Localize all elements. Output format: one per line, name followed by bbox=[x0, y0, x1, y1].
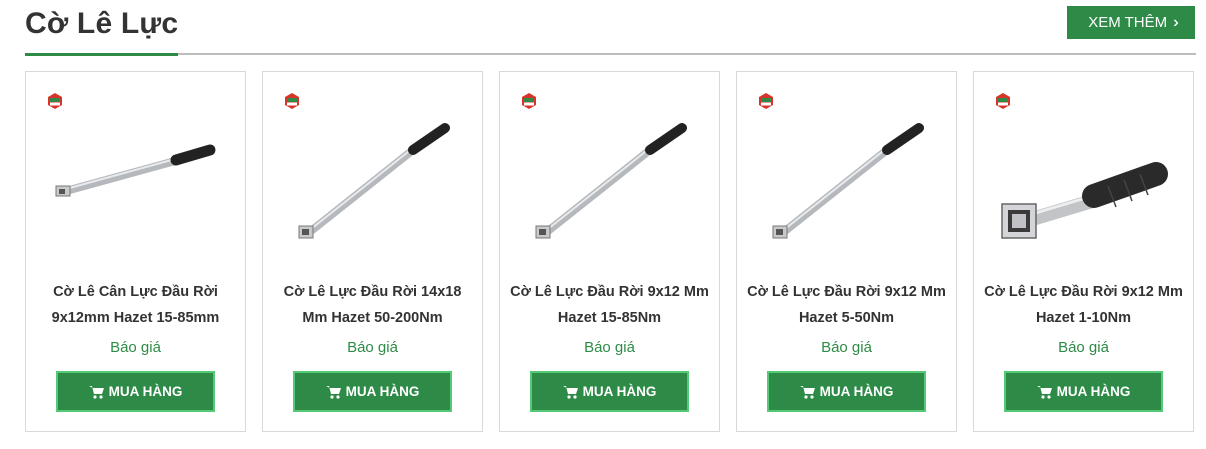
cart-icon bbox=[325, 385, 341, 399]
product-name[interactable]: Cờ Lê Lực Đầu Rời 14x18 Mm Hazet 50-200N… bbox=[271, 279, 474, 331]
buy-button-label: MUA HÀNG bbox=[345, 384, 420, 399]
buy-button[interactable]: MUA HÀNG bbox=[56, 371, 215, 412]
product-name[interactable]: Cờ Lê Lực Đầu Rời 9x12 Mm Hazet 1-10Nm bbox=[982, 279, 1185, 331]
cart-icon bbox=[799, 385, 815, 399]
product-price[interactable]: Báo giá bbox=[263, 339, 482, 356]
brand-badge-icon bbox=[285, 93, 299, 109]
buy-button-label: MUA HÀNG bbox=[1056, 384, 1131, 399]
product-image[interactable] bbox=[263, 116, 482, 266]
buy-button[interactable]: MUA HÀNG bbox=[767, 371, 926, 412]
brand-badge-icon bbox=[759, 93, 773, 109]
product-image[interactable] bbox=[737, 116, 956, 266]
buy-button[interactable]: MUA HÀNG bbox=[293, 371, 452, 412]
brand-badge-icon bbox=[522, 93, 536, 109]
cart-icon bbox=[1036, 385, 1052, 399]
product-name[interactable]: Cờ Lê Lực Đầu Rời 9x12 Mm Hazet 5-50Nm bbox=[745, 279, 948, 331]
product-card: Cờ Lê Lực Đầu Rời 9x12 Mm Hazet 15-85Nm … bbox=[499, 71, 720, 432]
see-more-label: XEM THÊM bbox=[1088, 14, 1168, 31]
product-image[interactable] bbox=[26, 116, 245, 266]
cart-icon bbox=[88, 385, 104, 399]
product-card: Cờ Lê Lực Đầu Rời 9x12 Mm Hazet 1-10Nm B… bbox=[973, 71, 1194, 432]
section-title: Cờ Lê Lực bbox=[25, 7, 179, 40]
buy-button[interactable]: MUA HÀNG bbox=[530, 371, 689, 412]
double-chevron-right-icon: ›› bbox=[1173, 13, 1177, 31]
product-price[interactable]: Báo giá bbox=[26, 339, 245, 356]
see-more-button[interactable]: XEM THÊM ›› bbox=[1067, 6, 1195, 39]
product-card: Cờ Lê Lực Đầu Rời 9x12 Mm Hazet 5-50Nm B… bbox=[736, 71, 957, 432]
product-image[interactable] bbox=[500, 116, 719, 266]
cart-icon bbox=[562, 385, 578, 399]
product-card: Cờ Lê Cân Lực Đầu Rời 9x12mm Hazet 15-85… bbox=[25, 71, 246, 432]
buy-button-label: MUA HÀNG bbox=[819, 384, 894, 399]
header-accent-bar bbox=[25, 53, 178, 56]
product-price[interactable]: Báo giá bbox=[737, 339, 956, 356]
brand-badge-icon bbox=[996, 93, 1010, 109]
header-divider bbox=[25, 53, 1196, 55]
product-name[interactable]: Cờ Lê Cân Lực Đầu Rời 9x12mm Hazet 15-85… bbox=[34, 279, 237, 331]
buy-button[interactable]: MUA HÀNG bbox=[1004, 371, 1163, 412]
buy-button-label: MUA HÀNG bbox=[582, 384, 657, 399]
product-card: Cờ Lê Lực Đầu Rời 14x18 Mm Hazet 50-200N… bbox=[262, 71, 483, 432]
product-price[interactable]: Báo giá bbox=[974, 339, 1193, 356]
product-name[interactable]: Cờ Lê Lực Đầu Rời 9x12 Mm Hazet 15-85Nm bbox=[508, 279, 711, 331]
product-grid: Cờ Lê Cân Lực Đầu Rời 9x12mm Hazet 15-85… bbox=[25, 71, 1196, 432]
product-price[interactable]: Báo giá bbox=[500, 339, 719, 356]
section-header: Cờ Lê Lực XEM THÊM ›› bbox=[25, 0, 1196, 56]
product-image[interactable] bbox=[974, 116, 1193, 266]
brand-badge-icon bbox=[48, 93, 62, 109]
buy-button-label: MUA HÀNG bbox=[108, 384, 183, 399]
